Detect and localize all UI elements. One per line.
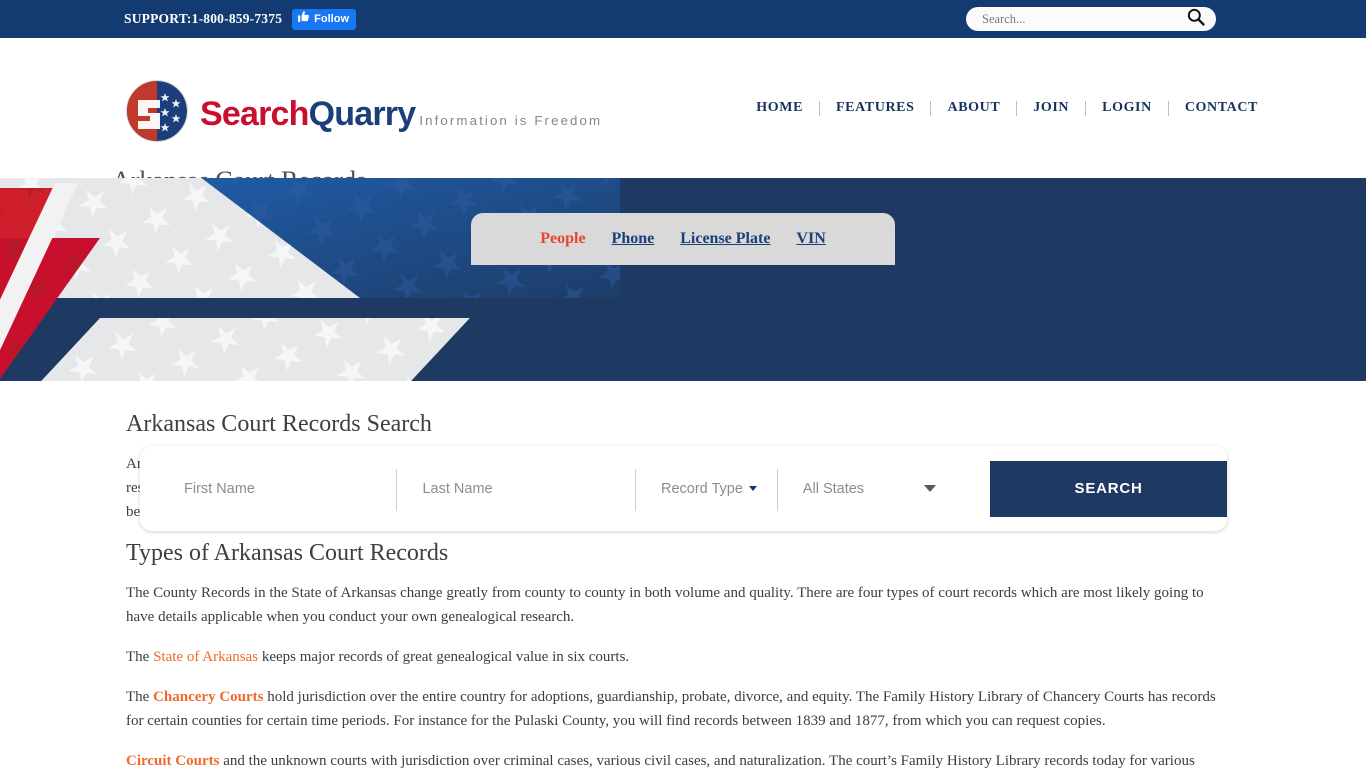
chevron-down-icon xyxy=(924,485,937,492)
tab-people[interactable]: People xyxy=(540,230,585,248)
nav-item-features[interactable]: FEATURES xyxy=(820,100,930,116)
link-chancery-courts[interactable]: Chancery Courts xyxy=(153,689,263,705)
hero-search-banner: People Phone License Plate VIN Record Ty… xyxy=(0,178,1366,531)
record-type-label: Record Type xyxy=(660,480,743,497)
tab-license-plate[interactable]: License Plate xyxy=(680,230,770,248)
site-search-input[interactable] xyxy=(980,7,1186,31)
section-heading-search: Arkansas Court Records Search xyxy=(126,411,432,437)
nav-item-contact[interactable]: CONTACT xyxy=(1169,100,1274,116)
paragraph-chancery-courts: The Chancery Courts hold jurisdiction ov… xyxy=(126,685,1222,733)
para3-text-b: keeps major records of great genealogica… xyxy=(258,649,630,665)
link-state-of-arkansas[interactable]: State of Arkansas xyxy=(153,649,258,665)
site-search-box[interactable] xyxy=(966,7,1216,31)
nav-item-login[interactable]: LOGIN xyxy=(1086,100,1168,116)
para4-text-b: hold jurisdiction over the entire countr… xyxy=(126,689,1216,729)
facebook-follow-label: Follow xyxy=(314,12,349,25)
tab-vin[interactable]: VIN xyxy=(796,230,825,248)
logo-wordmark: SearchQuarry Information is Freedom xyxy=(200,95,602,131)
searchquarry-badge-icon xyxy=(126,80,192,146)
paragraph-state-of-arkansas: The State of Arkansas keeps major record… xyxy=(126,645,1222,669)
chevron-down-icon xyxy=(748,486,757,491)
people-search-form: Record Type All States SEARCH xyxy=(140,446,1228,531)
state-label: All States xyxy=(802,480,865,497)
paragraph-circuit-courts: Circuit Courts and the unknown courts wi… xyxy=(126,749,1222,768)
flag-graphic xyxy=(0,178,620,381)
logo-tagline: Information is Freedom xyxy=(419,113,603,128)
search-type-tabs: People Phone License Plate VIN xyxy=(471,213,895,265)
thumbs-up-icon xyxy=(297,10,310,28)
site-logo[interactable]: SearchQuarry Information is Freedom xyxy=(126,80,602,146)
first-name-input[interactable] xyxy=(158,479,397,498)
logo-word-search: Search xyxy=(200,95,309,133)
nav-item-join[interactable]: JOIN xyxy=(1017,100,1085,116)
logo-word-quarry: Quarry xyxy=(308,95,417,133)
para5-text-b: and the unknown courts with jurisdiction… xyxy=(219,753,1195,768)
paragraph-county-records: The County Records in the State of Arkan… xyxy=(126,585,1204,625)
facebook-follow-button[interactable]: Follow xyxy=(292,8,356,30)
search-icon[interactable] xyxy=(1186,7,1206,32)
topbar-left-group: SUPPORT:1-800-859-7375 Follow xyxy=(124,8,356,30)
first-name-field[interactable] xyxy=(158,465,397,513)
section-heading-types: Types of Arkansas Court Records xyxy=(126,540,449,566)
article-body: Arkansas Court Records Search Arkansas C… xyxy=(0,381,1366,768)
last-name-field[interactable] xyxy=(396,465,635,513)
nav-item-home[interactable]: HOME xyxy=(740,100,819,116)
record-type-select[interactable]: Record Type xyxy=(634,465,777,513)
main-navigation: HOME FEATURES ABOUT JOIN LOGIN CONTACT xyxy=(740,100,1274,116)
para3-text-a: The xyxy=(126,649,154,665)
logo-word: SearchQuarry xyxy=(200,95,417,133)
tab-phone[interactable]: Phone xyxy=(612,230,655,248)
top-utility-bar: SUPPORT:1-800-859-7375 Follow xyxy=(0,0,1366,38)
link-circuit-courts[interactable]: Circuit Courts xyxy=(126,753,219,768)
site-header: SearchQuarry Information is Freedom HOME… xyxy=(0,38,1366,195)
support-phone: SUPPORT:1-800-859-7375 xyxy=(124,11,283,26)
search-button[interactable]: SEARCH xyxy=(990,460,1228,517)
last-name-input[interactable] xyxy=(396,479,635,498)
nav-item-about[interactable]: ABOUT xyxy=(931,100,1016,116)
state-select[interactable]: All States xyxy=(776,465,958,513)
para4-text-a: The xyxy=(126,689,154,705)
